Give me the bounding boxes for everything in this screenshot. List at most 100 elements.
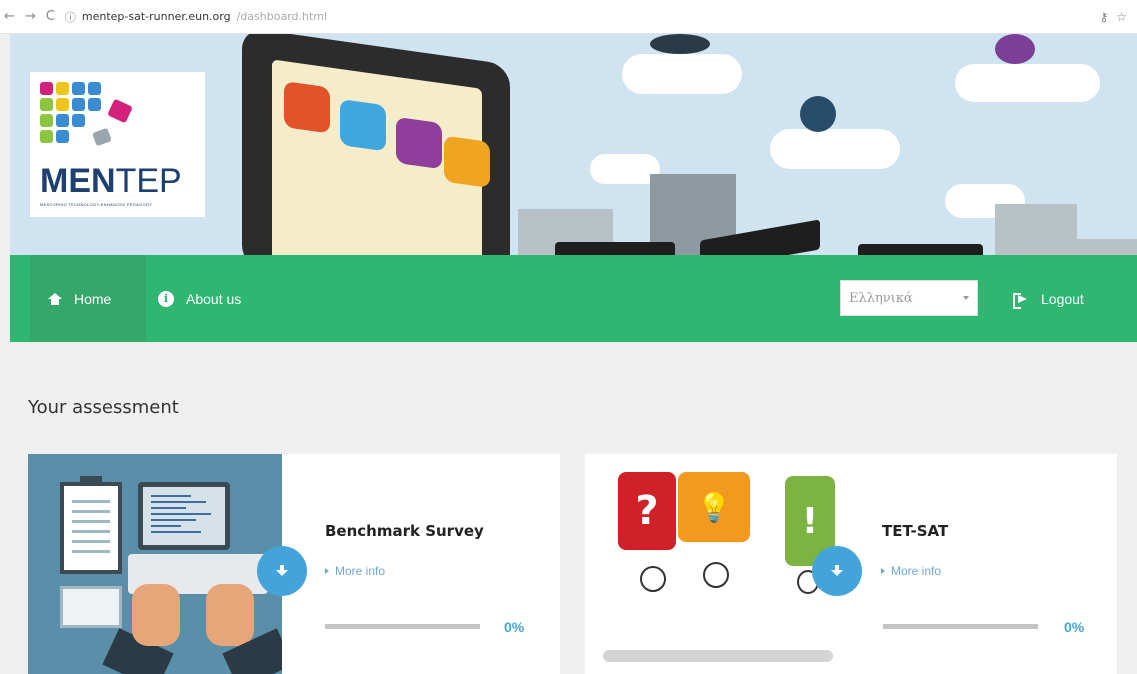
logout-icon	[1013, 292, 1029, 309]
monitor-icon	[138, 482, 230, 550]
logo-puzzle-piece	[56, 130, 69, 143]
download-button[interactable]	[812, 546, 862, 596]
hand-illustration	[206, 584, 254, 646]
logo-puzzle-piece	[88, 98, 101, 111]
logo-puzzle-piece	[56, 82, 69, 95]
logout-label: Logout	[1041, 290, 1084, 307]
logo-wordmark-thin: TEP	[115, 162, 182, 200]
logo-puzzle-piece	[72, 98, 85, 111]
logo-puzzle-piece	[92, 127, 112, 147]
hand-illustration	[132, 584, 180, 646]
arrow-down-icon	[276, 565, 288, 577]
download-button[interactable]	[257, 546, 307, 596]
question-mark: ?	[635, 488, 659, 534]
question-puzzle-piece: ?	[618, 472, 676, 550]
clipboard-line	[72, 520, 110, 523]
logo-puzzle-piece	[40, 82, 53, 95]
code-line	[151, 495, 191, 497]
chevron-down-icon	[963, 296, 969, 300]
arrow-down-icon	[831, 565, 843, 577]
app-icon	[444, 135, 490, 189]
clipboard-icon	[60, 476, 122, 574]
cloud	[955, 64, 1100, 102]
key-icon[interactable]: ⚷	[1099, 10, 1108, 24]
url-host: mentep-sat-runner.eun.org	[81, 10, 231, 23]
logo-wordmark: MENTEP	[40, 162, 182, 201]
main-navbar: Home i About us Ελληνικά Logout	[10, 255, 1137, 342]
logout-button[interactable]: Logout	[1013, 255, 1084, 342]
code-line	[151, 507, 186, 509]
person-figure	[800, 96, 836, 132]
assessment-card-tet-sat: ? 💡 ! TET-SAT More info 0%	[585, 454, 1117, 674]
envelope-icon	[60, 586, 122, 628]
forward-icon[interactable]: →	[25, 9, 36, 24]
logo-puzzle-piece	[40, 130, 53, 143]
mentep-logo[interactable]: MENTEP MENTORING TECHNOLOGY-ENHANCED PED…	[30, 72, 205, 217]
cloud	[770, 129, 900, 169]
caret-right-icon	[881, 568, 885, 574]
logo-puzzle-piece	[72, 114, 85, 127]
logo-puzzle-piece	[107, 98, 133, 124]
stick-figure-head	[703, 562, 729, 588]
nav-about-us[interactable]: i About us	[158, 255, 241, 342]
reload-icon[interactable]: C	[46, 9, 55, 24]
logo-tagline: MENTORING TECHNOLOGY-ENHANCED PEDAGOGY	[40, 202, 153, 207]
more-info-link[interactable]: More info	[325, 564, 385, 578]
person-figure	[650, 34, 710, 54]
assessment-card-benchmark: Benchmark Survey More info 0%	[28, 454, 560, 674]
app-icon	[340, 98, 386, 152]
logo-puzzle-piece	[40, 114, 53, 127]
clipboard-line	[72, 500, 110, 503]
tablet-illustration	[242, 34, 510, 255]
logo-wordmark-bold: MEN	[40, 162, 116, 200]
nav-home[interactable]: Home	[30, 255, 146, 342]
progress-percent: 0%	[504, 619, 525, 635]
language-select-value: Ελληνικά	[849, 290, 913, 306]
card-illustration	[28, 454, 282, 674]
card-title: Benchmark Survey	[325, 522, 484, 540]
code-line	[151, 501, 206, 503]
address-bar[interactable]: ⓘ mentep-sat-runner.eun.org/dashboard.ht…	[65, 9, 327, 25]
exclamation-mark: !	[801, 500, 819, 542]
building	[1070, 239, 1137, 255]
music-icon	[396, 116, 442, 170]
info-icon[interactable]: ⓘ	[65, 9, 76, 25]
progress-percent: 0%	[1064, 619, 1085, 635]
card-illustration: ? 💡 !	[585, 454, 839, 674]
card-title: TET-SAT	[882, 522, 949, 540]
info-circle-icon: i	[158, 290, 174, 307]
tablet-screen	[272, 59, 490, 255]
stick-figure-head	[640, 566, 666, 592]
section-title: Your assessment	[28, 397, 179, 418]
ground-shadow	[603, 650, 833, 662]
browser-actions: ⚷ ☆	[1099, 10, 1137, 24]
back-icon[interactable]: ←	[4, 9, 15, 24]
laptop-device	[555, 242, 675, 255]
more-info-label: More info	[335, 564, 386, 578]
bookmark-star-icon[interactable]: ☆	[1116, 10, 1127, 24]
clipboard-line	[72, 550, 110, 553]
url-path: /dashboard.html	[236, 10, 328, 23]
clipboard-line	[72, 530, 110, 533]
code-line	[151, 513, 211, 515]
cloud	[622, 54, 742, 94]
logo-puzzle-piece	[72, 82, 85, 95]
mail-icon	[284, 81, 330, 134]
caret-right-icon	[325, 568, 329, 574]
more-info-link[interactable]: More info	[881, 564, 941, 578]
logo-puzzle-piece	[88, 82, 101, 95]
home-icon	[48, 292, 62, 305]
building	[995, 204, 1077, 255]
header-banner: MENTEP MENTORING TECHNOLOGY-ENHANCED PED…	[10, 34, 1137, 255]
code-line	[151, 519, 196, 521]
progress-bar	[883, 624, 1038, 629]
nav-home-label: Home	[74, 290, 112, 307]
code-line	[151, 531, 201, 533]
language-select[interactable]: Ελληνικά	[840, 280, 978, 316]
lightbulb-icon: 💡	[696, 490, 732, 524]
logo-puzzle-piece	[56, 114, 69, 127]
laptop-device	[858, 244, 983, 255]
progress-bar	[325, 624, 480, 629]
lightbulb-puzzle-piece: 💡	[678, 472, 750, 542]
browser-toolbar: ← → C ⓘ mentep-sat-runner.eun.org/dashbo…	[0, 0, 1137, 34]
